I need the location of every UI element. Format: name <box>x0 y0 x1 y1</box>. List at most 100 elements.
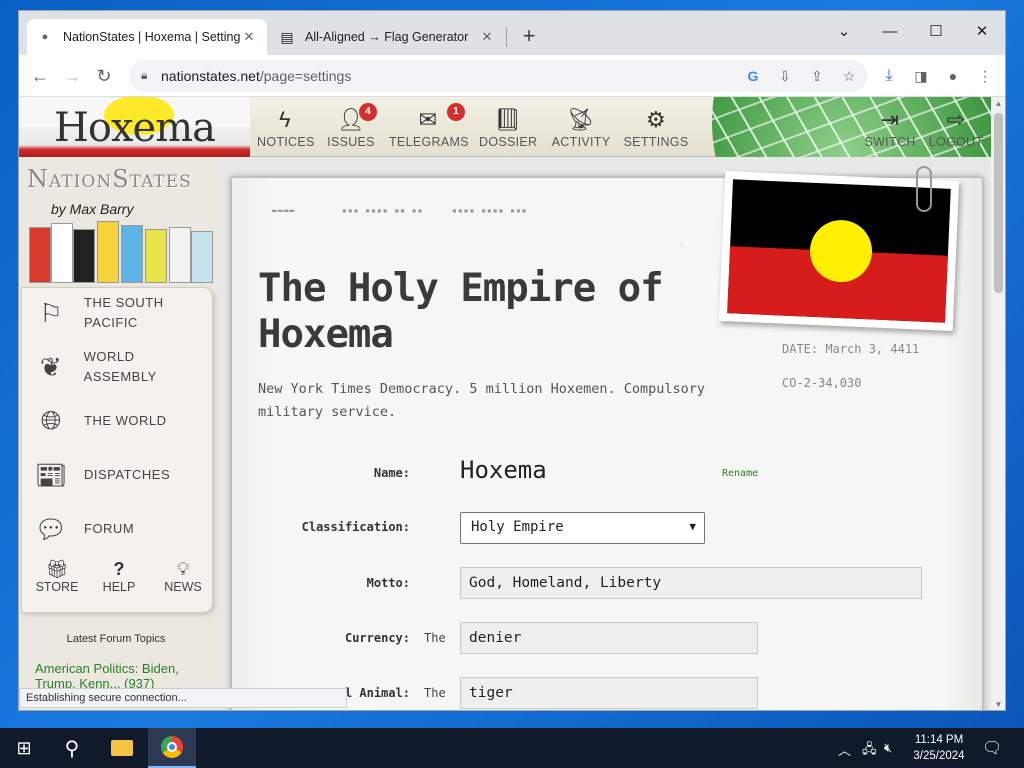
mini-news[interactable]: 💡︎ NEWS <box>158 558 208 594</box>
browser-toolbar: ← → ↻ 🔒︎ nationstates.net/page=settings … <box>19 55 1005 97</box>
address-bar[interactable]: 🔒︎ nationstates.net/page=settings G ⇩ ⇪ … <box>129 60 867 92</box>
notifications-icon[interactable]: 🗨︎ <box>982 738 1002 758</box>
nav-activity[interactable]: 📡︎ ACTIVITY <box>550 105 612 149</box>
taskbar-clock[interactable]: 11:14 PM 3/25/2024 <box>906 732 972 764</box>
currency-label: Currency: <box>344 631 410 645</box>
classification-selected: Holy Empire <box>471 519 564 535</box>
google-translate-icon[interactable]: G <box>743 66 763 86</box>
install-app-icon[interactable]: ⇩ <box>775 66 795 86</box>
nav-switch[interactable]: ⇥ SWITCH <box>863 105 917 149</box>
telegrams-count-badge: 1 <box>447 103 465 121</box>
gift-icon: 🎁︎ <box>45 559 69 579</box>
side-menu: ⚐ THE SOUTH PACIFIC ❦ WORLD ASSEMBLY 🌐︎ … <box>21 287 213 613</box>
search-button[interactable]: ⚲ <box>48 728 96 768</box>
close-tab-icon[interactable]: ✕ <box>479 29 495 45</box>
name-label: Name: <box>373 466 410 480</box>
forum-topics-title: Latest Forum Topics <box>66 633 166 645</box>
nav-settings[interactable]: ⚙ SETTINGS <box>623 105 689 149</box>
url-text: nationstates.net/page=settings <box>161 68 351 84</box>
currency-row: Currency: The denier <box>232 622 984 656</box>
scroll-down-icon[interactable]: ▼ <box>994 700 1003 709</box>
forum-topic-link[interactable]: American Politics: Biden, Trump, Kenn...… <box>35 661 205 691</box>
scrollbar-thumb[interactable] <box>994 113 1003 293</box>
nationstates-logo[interactable]: NationStates <box>27 165 192 193</box>
bookmark-star-icon[interactable]: ☆ <box>839 66 859 86</box>
sidebar-item-dispatches[interactable]: 📰︎ DISPATCHES <box>30 454 210 496</box>
nav-label: DOSSIER <box>479 135 538 149</box>
clock-date: 3/25/2024 <box>913 750 965 762</box>
nav-label: TELEGRAMS <box>389 135 469 149</box>
sidebar-item-label: FORUM <box>84 521 135 536</box>
mini-label: NEWS <box>164 580 202 594</box>
scroll-up-icon[interactable]: ▲ <box>994 99 1003 108</box>
nav-notices[interactable]: ϟ NOTICES <box>257 105 315 149</box>
volume-muted-icon[interactable]: 🔇︎ <box>884 740 892 756</box>
currency-prefix: The <box>424 631 446 645</box>
sidebar-item-forum[interactable]: 💬︎ FORUM <box>30 508 210 550</box>
tab-nationstates-settings[interactable]: ● NationStates | Hoxema | Settings ✕ <box>27 19 267 55</box>
tab-search-button[interactable]: ⌄ <box>821 17 867 47</box>
close-window-button[interactable]: ✕ <box>959 17 1005 47</box>
show-hidden-icons-chevron-icon[interactable]: ︿ <box>838 740 851 759</box>
close-tab-icon[interactable]: ✕ <box>241 29 257 45</box>
back-button[interactable]: ← <box>27 63 53 89</box>
nav-dossier[interactable]: 📕︎ DOSSIER <box>479 105 537 149</box>
classification-select[interactable]: Holy Empire ▼ <box>460 512 705 544</box>
mini-label: HELP <box>102 580 136 594</box>
ns-favicon-icon: ● <box>41 31 49 43</box>
mini-label: STORE <box>35 580 79 594</box>
windows-taskbar: ⊞ ⚲ ︿ 🖧︎ 🔇︎ 11:14 PM 3/25/2024 🗨︎ <box>0 728 1024 768</box>
menu-kebab-icon[interactable]: ⋮ <box>975 66 995 86</box>
motto-row: Motto: God, Homeland, Liberty <box>232 567 984 601</box>
chrome-taskbar-button[interactable] <box>148 728 196 768</box>
sidebar-item-south-pacific[interactable]: ⚐ THE SOUTH PACIFIC <box>30 292 210 334</box>
animal-prefix: The <box>424 686 446 700</box>
profile-avatar-icon[interactable]: ● <box>943 66 963 86</box>
mini-store[interactable]: 🎁︎ STORE <box>32 558 82 594</box>
name-value: Hoxema <box>460 456 547 484</box>
nav-logout[interactable]: ⇨ LOGOUT <box>927 105 985 149</box>
sidebar-item-the-world[interactable]: 🌐︎ THE WORLD <box>30 400 210 442</box>
rename-link[interactable]: Rename <box>722 468 758 479</box>
max-barry-books[interactable] <box>23 221 213 283</box>
share-icon[interactable]: ⇪ <box>807 66 827 86</box>
chat-bubbles-icon: 💬︎ <box>34 513 68 544</box>
book-cover <box>97 221 119 283</box>
downloads-icon[interactable]: ⤓ <box>879 66 899 86</box>
nav-telegrams[interactable]: ✉ 1 TELEGRAMS <box>389 103 469 149</box>
page-scrollbar[interactable]: ▲ ▼ <box>991 97 1005 710</box>
sidebar-item-world-assembly[interactable]: ❦ WORLD ASSEMBLY <box>30 346 210 388</box>
book-icon: 📕︎ <box>493 107 523 132</box>
nation-banner[interactable]: Hoxema <box>19 97 250 157</box>
nav-label: NOTICES <box>257 135 315 149</box>
file-explorer-button[interactable] <box>98 728 146 768</box>
minimize-button[interactable]: — <box>867 17 913 47</box>
satellite-icon: 📡︎ <box>566 107 596 132</box>
page-viewport: Hoxema ϟ NOTICES 👤︎ 4 ISSUES ✉ 1 TELEGRA… <box>19 97 991 710</box>
sidebar-item-label: WORLD ASSEMBLY <box>83 349 157 384</box>
lock-icon[interactable]: 🔒︎ <box>141 68 147 83</box>
motto-field[interactable]: God, Homeland, Liberty <box>460 567 922 599</box>
book-cover <box>191 231 213 283</box>
paper-stamp-mark: ▪▪▪ ▪▪▪▪ ▪▪ ▪▪ <box>342 206 424 215</box>
reload-button[interactable]: ↻ <box>91 63 117 89</box>
tab-flag-generator[interactable]: ▤ All-Aligned → Flag Generator ✕ <box>269 19 505 55</box>
new-tab-button[interactable]: + <box>517 25 541 49</box>
forward-button[interactable]: → <box>59 63 85 89</box>
start-button[interactable]: ⊞ <box>0 728 48 768</box>
network-icon[interactable]: 🖧︎ <box>862 740 877 762</box>
tab-strip: ● NationStates | Hoxema | Settings ✕ ▤ A… <box>19 11 1005 55</box>
ns-header-banner: Hoxema ϟ NOTICES 👤︎ 4 ISSUES ✉ 1 TELEGRA… <box>19 97 991 157</box>
currency-field[interactable]: denier <box>460 622 758 654</box>
book-cover <box>51 223 73 283</box>
chrome-icon <box>161 736 183 758</box>
maximize-button[interactable]: ☐ <box>913 17 959 47</box>
nav-issues[interactable]: 👤︎ 4 ISSUES <box>327 103 377 149</box>
nation-paper: ▬▬▬▬ ▪▪▪ ▪▪▪▪ ▪▪ ▪▪ ▪▪▪▪ ▪▪▪▪ ▪▪▪ The Ho… <box>231 166 984 710</box>
side-panel-icon[interactable]: ◨ <box>911 66 931 86</box>
mini-help[interactable]: ? HELP <box>94 558 144 594</box>
animal-field[interactable]: tiger <box>460 677 758 709</box>
sidebar-item-label: DISPATCHES <box>84 467 171 482</box>
tab-title: All-Aligned → Flag Generator <box>305 30 469 44</box>
nav-label: ACTIVITY <box>551 135 611 149</box>
